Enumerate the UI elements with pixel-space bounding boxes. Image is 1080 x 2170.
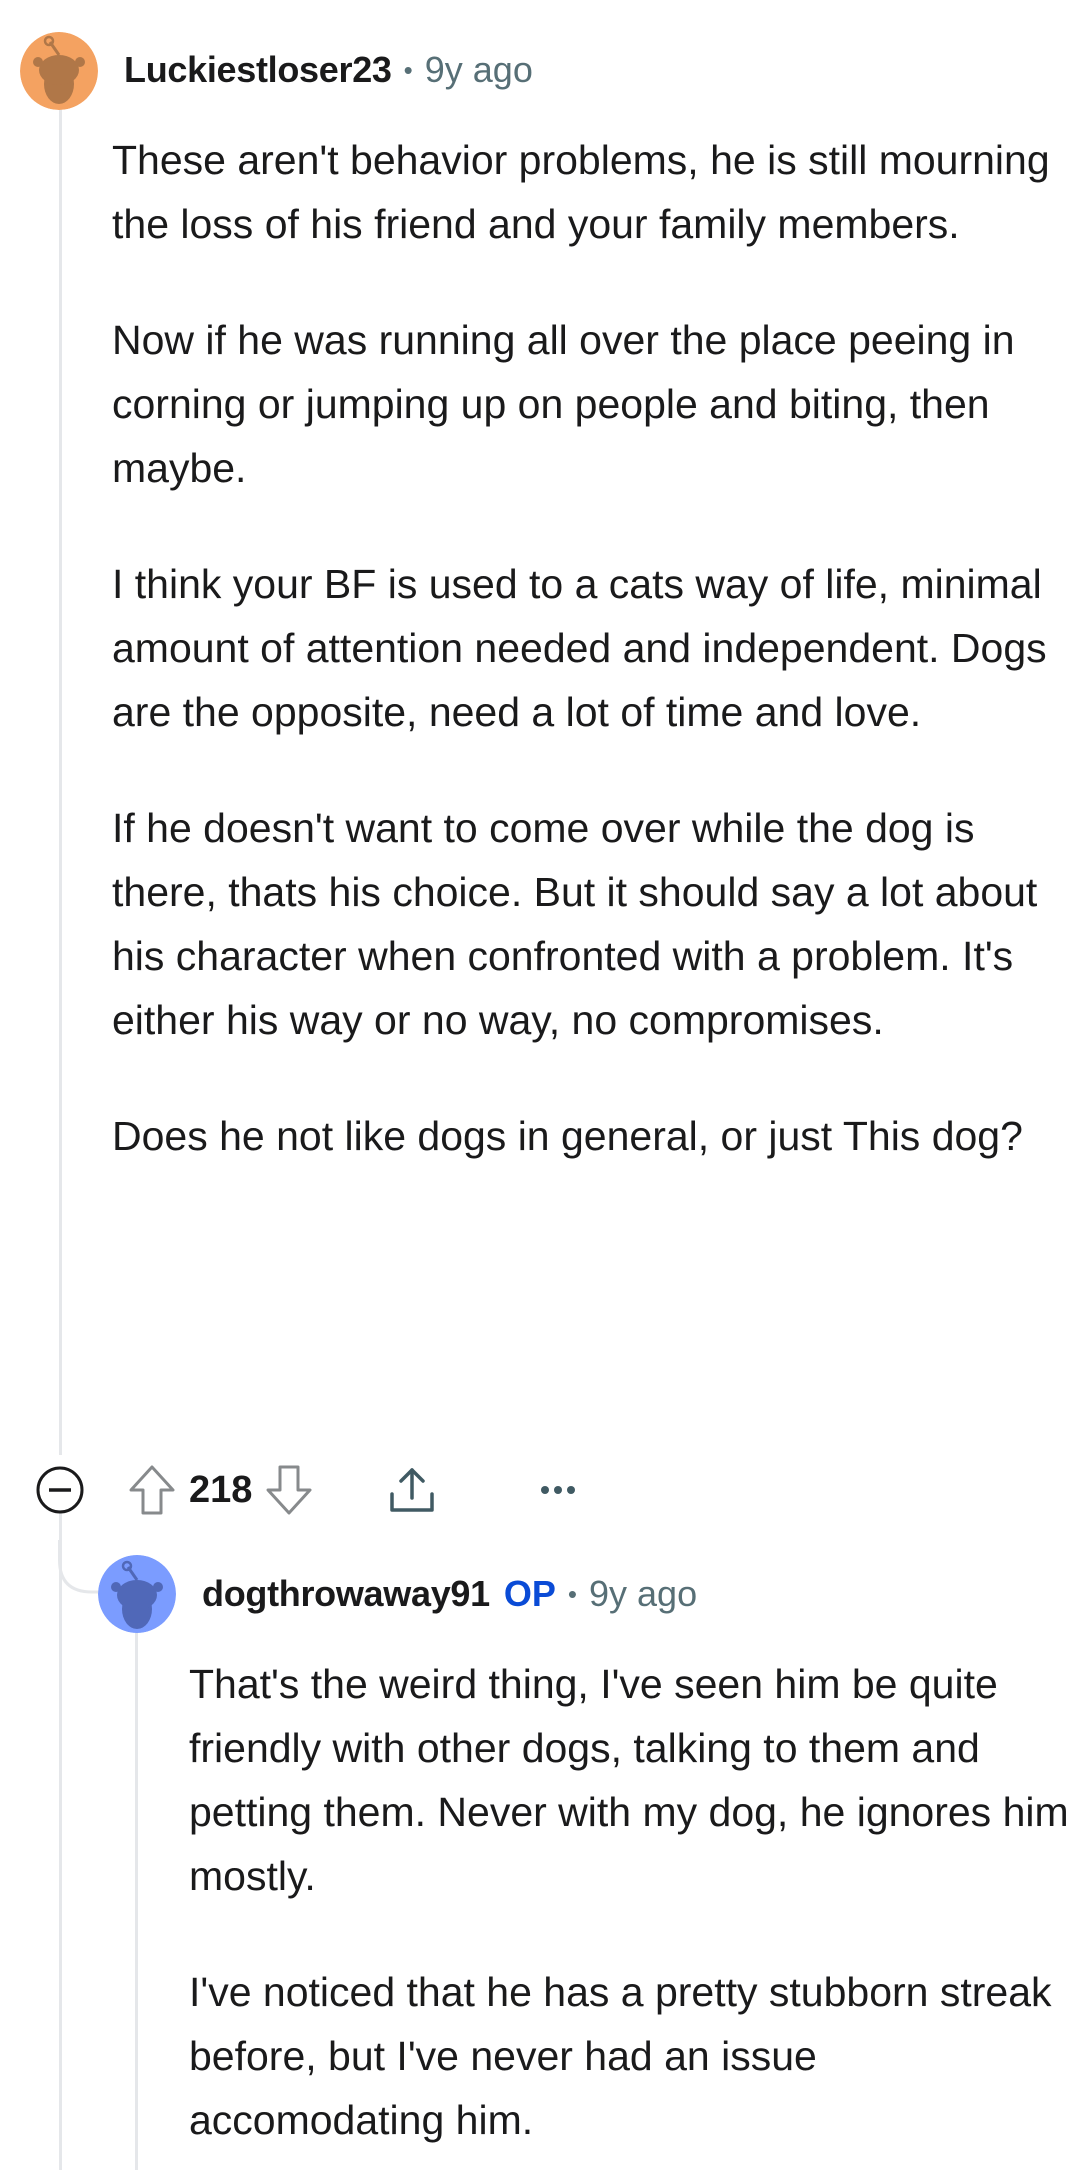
- comment-paragraph: If he doesn't want to come over while th…: [112, 805, 1038, 1043]
- reply-timestamp: 9y ago: [589, 1573, 698, 1614]
- collapse-minus-icon[interactable]: [33, 1463, 87, 1517]
- comment-thread-line-lower[interactable]: [59, 1510, 62, 2170]
- share-icon[interactable]: [384, 1462, 440, 1518]
- comment-username[interactable]: Luckiestloser23: [124, 49, 392, 91]
- reply-header: dogthrowaway91 OP • 9y ago: [202, 1568, 697, 1620]
- reply-paragraph: I've noticed that he has a pretty stubbo…: [189, 1969, 1052, 2143]
- comment-timestamp: 9y ago: [424, 49, 533, 90]
- comment-body: These aren't behavior problems, he is st…: [112, 128, 1062, 1168]
- comment-paragraph: Now if he was running all over the place…: [112, 317, 1015, 491]
- upvote-arrow-icon[interactable]: [125, 1463, 179, 1517]
- vote-score: 218: [189, 1468, 253, 1511]
- reply-paragraph: That's the weird thing, I've seen him be…: [189, 1661, 1069, 1899]
- more-options-icon[interactable]: [530, 1462, 586, 1518]
- meta-separator: •: [567, 1578, 577, 1609]
- reply-username[interactable]: dogthrowaway91: [202, 1573, 490, 1615]
- snoo-avatar-icon: [20, 32, 98, 110]
- comment-paragraph: These aren't behavior problems, he is st…: [112, 137, 1050, 247]
- reply-thread-line[interactable]: [135, 1632, 138, 2170]
- avatar[interactable]: [20, 32, 98, 110]
- op-badge: OP: [503, 1573, 556, 1614]
- comment-paragraph: Does he not like dogs in general, or jus…: [112, 1113, 1023, 1159]
- meta-separator: •: [403, 54, 413, 85]
- comment-thread-line[interactable]: [59, 105, 62, 1455]
- comment-paragraph: I think your BF is used to a cats way of…: [112, 561, 1047, 735]
- comment-header: Luckiestloser23 • 9y ago: [124, 44, 533, 96]
- comment-action-bar: 218: [33, 1462, 586, 1518]
- snoo-avatar-icon: [98, 1555, 176, 1633]
- reply-body: That's the weird thing, I've seen him be…: [189, 1652, 1069, 2152]
- downvote-arrow-icon[interactable]: [262, 1463, 316, 1517]
- avatar[interactable]: [98, 1555, 176, 1633]
